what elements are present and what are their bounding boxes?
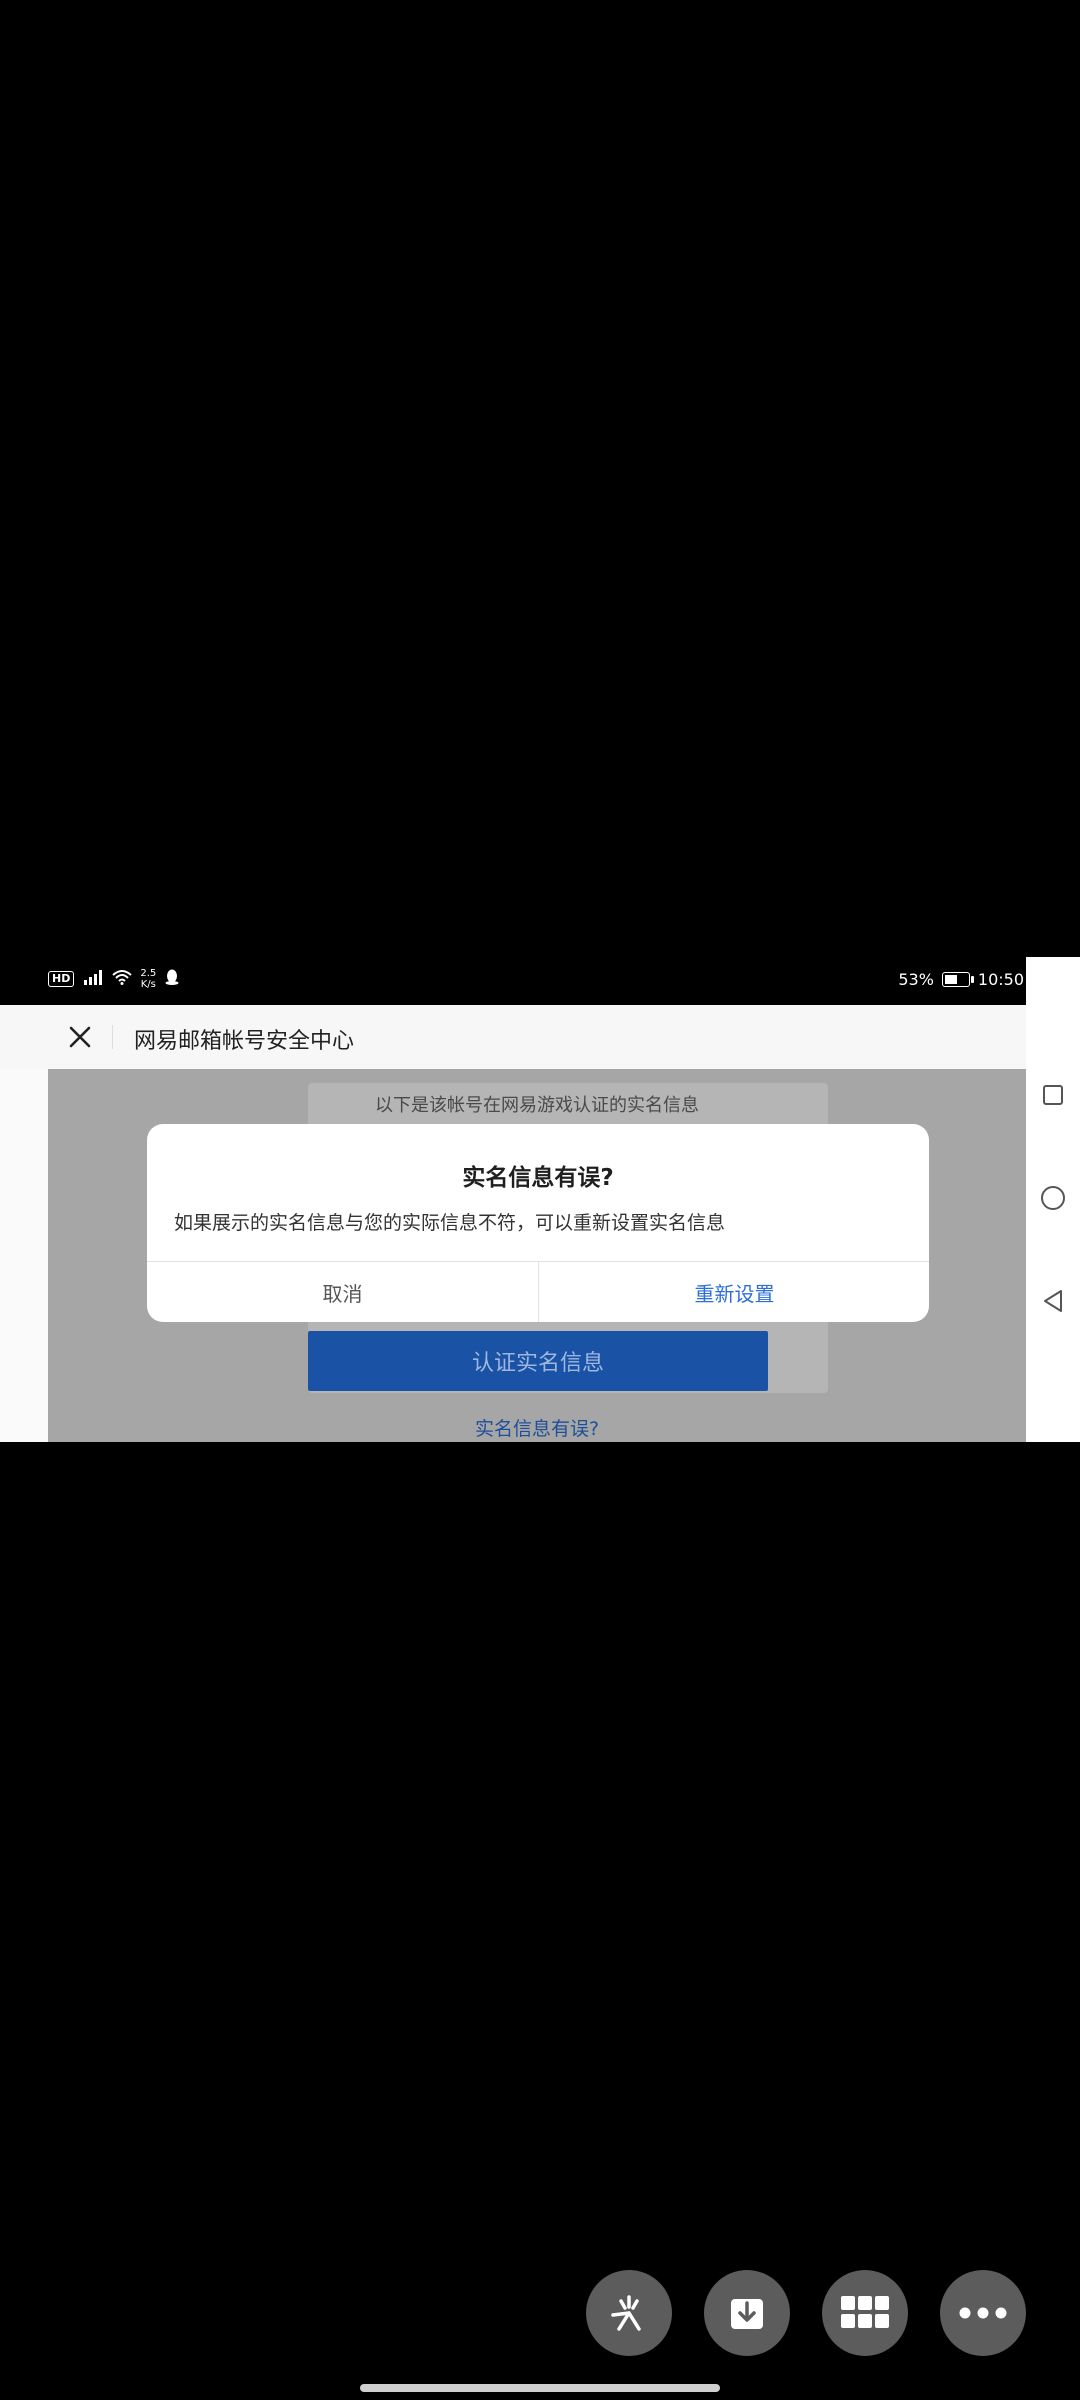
battery-percent: 53% <box>898 969 934 989</box>
cancel-button[interactable]: 取消 <box>147 1262 538 1322</box>
clock: 10:50 <box>977 969 1024 989</box>
home-indicator[interactable] <box>360 2384 720 2392</box>
more-icon <box>959 2307 1007 2319</box>
realname-error-dialog: 实名信息有误? 如果展示的实名信息与您的实际信息不符，可以重新设置实名信息 取消… <box>147 1124 929 1322</box>
qq-icon <box>164 968 180 990</box>
realname-description: 以下是该帐号在网易游戏认证的实名信息 <box>375 1095 699 1116</box>
header-divider <box>112 1025 113 1049</box>
realname-error-link[interactable]: 实名信息有误? <box>48 1414 1026 1441</box>
home-circle-icon <box>1041 1186 1065 1210</box>
grid-button[interactable] <box>822 2270 908 2356</box>
status-bar: HD 2.5 K/s 53% 10:50 <box>48 958 1024 1000</box>
wifi-icon <box>112 969 133 989</box>
recents-square-icon <box>1043 1085 1063 1105</box>
navigation-bar <box>1026 957 1080 1442</box>
dialog-message: 如果展示的实名信息与您的实际信息不符，可以重新设置实名信息 <box>174 1212 726 1234</box>
sparkle-button[interactable] <box>586 2270 672 2356</box>
left-margin-strip <box>0 1005 48 1442</box>
back-button[interactable] <box>1037 1285 1069 1317</box>
hd-badge: HD <box>48 971 75 987</box>
net-speed-value: 2.5 <box>140 968 157 979</box>
signal-icon <box>82 969 104 989</box>
download-icon <box>731 2299 763 2329</box>
close-icon <box>69 1026 91 1048</box>
page-title: 网易邮箱帐号安全中心 <box>134 1029 355 1054</box>
verify-realname-button[interactable]: 认证实名信息 <box>308 1331 768 1391</box>
net-speed-unit: K/s <box>140 979 156 990</box>
net-speed: 2.5 K/s <box>140 968 156 990</box>
grid-icon <box>841 2296 889 2328</box>
more-button[interactable] <box>940 2270 1026 2356</box>
dialog-title: 实名信息有误? <box>462 1165 614 1191</box>
recents-button[interactable] <box>1037 1079 1069 1111</box>
back-triangle-icon <box>1044 1290 1062 1312</box>
reset-button[interactable]: 重新设置 <box>539 1262 929 1322</box>
download-button[interactable] <box>704 2270 790 2356</box>
screen: HD 2.5 K/s 53% 10:50 以下是该帐号在网易游戏认证的实名信息 … <box>0 0 1080 2400</box>
sparkle-icon <box>611 2295 641 2331</box>
close-button[interactable] <box>62 1019 98 1055</box>
battery-fill <box>944 974 957 984</box>
home-button[interactable] <box>1037 1182 1069 1214</box>
app-header: 网易邮箱帐号安全中心 <box>0 1005 1026 1069</box>
battery-icon <box>941 971 974 987</box>
status-left: HD 2.5 K/s <box>48 968 180 990</box>
status-right: 53% 10:50 <box>898 970 1024 989</box>
